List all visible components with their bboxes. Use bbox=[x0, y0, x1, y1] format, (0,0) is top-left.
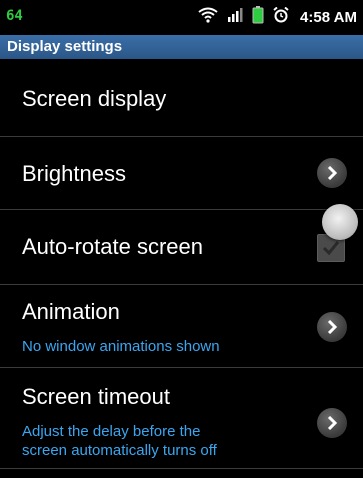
setting-label: Screen timeout bbox=[22, 384, 170, 409]
setting-screen-display[interactable]: Screen display bbox=[0, 60, 363, 136]
page-title: Display settings bbox=[7, 38, 123, 55]
setting-label: Auto-rotate screen bbox=[22, 234, 203, 259]
touch-indicator bbox=[322, 204, 358, 240]
setting-brightness[interactable]: Brightness bbox=[0, 137, 363, 209]
chevron-right-icon bbox=[317, 408, 347, 438]
setting-summary-line-1: Adjust the delay before the bbox=[22, 423, 201, 440]
setting-label: Brightness bbox=[22, 161, 126, 186]
setting-summary-line-2: screen automatically turns off bbox=[22, 442, 217, 459]
title-bar: Display settings bbox=[0, 35, 363, 59]
setting-label: Screen display bbox=[22, 86, 167, 111]
divider bbox=[0, 468, 363, 469]
setting-auto-rotate[interactable]: Auto-rotate screen bbox=[0, 210, 363, 284]
setting-animation[interactable]: Animation No window animations shown bbox=[0, 285, 363, 367]
wifi-icon bbox=[198, 7, 218, 28]
chevron-right-icon bbox=[317, 312, 347, 342]
alarm-icon bbox=[273, 6, 289, 28]
signal-icon bbox=[227, 7, 243, 28]
chevron-right-icon bbox=[317, 158, 347, 188]
setting-label: Animation bbox=[22, 299, 120, 324]
status-icons: 4:58 AM bbox=[198, 5, 357, 29]
status-bar: 64 4:58 AM bbox=[0, 0, 363, 34]
setting-screen-timeout[interactable]: Screen timeout Adjust the delay before t… bbox=[0, 368, 363, 468]
battery-icon bbox=[252, 5, 264, 29]
status-time: 4:58 AM bbox=[300, 8, 357, 26]
setting-summary: No window animations shown bbox=[22, 338, 220, 355]
status-indicator: 64 bbox=[6, 8, 23, 24]
